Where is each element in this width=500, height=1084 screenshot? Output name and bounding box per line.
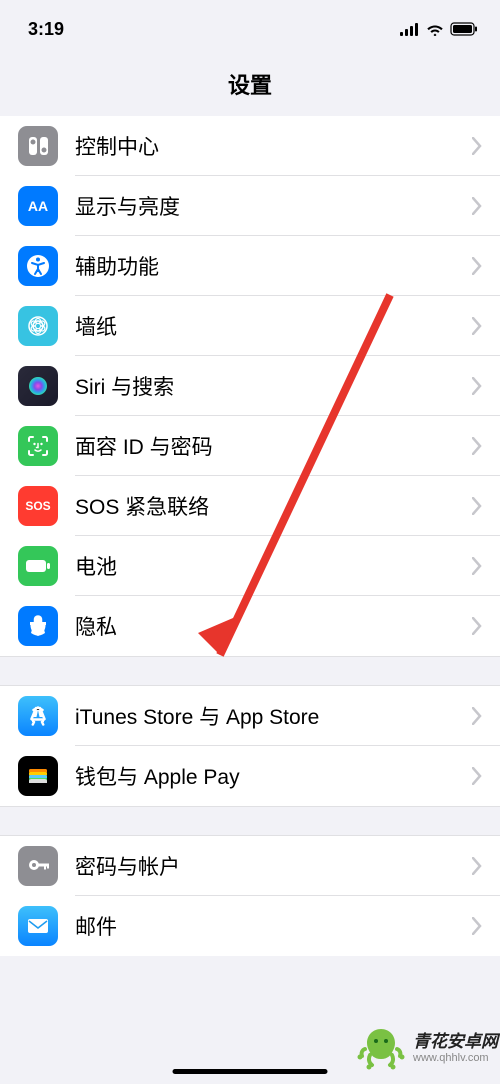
row-label: 墙纸 [75, 311, 472, 341]
settings-row-wallet[interactable]: 钱包与 Apple Pay [0, 746, 500, 806]
row-label: 邮件 [75, 911, 472, 941]
watermark: 青花安卓网 www.qhhlv.com [354, 1021, 498, 1076]
row-label: 控制中心 [75, 131, 472, 161]
svg-text:AA: AA [28, 198, 48, 214]
wifi-icon [426, 23, 444, 36]
settings-row-wallpaper[interactable]: 墙纸 [0, 296, 500, 356]
key-icon [18, 846, 58, 886]
chevron-right-icon [472, 317, 482, 335]
row-label: 钱包与 Apple Pay [75, 761, 472, 791]
chevron-right-icon [472, 617, 482, 635]
watermark-text: 青花安卓网 www.qhhlv.com [413, 1032, 498, 1064]
chevron-right-icon [472, 437, 482, 455]
status-icons [400, 22, 478, 36]
settings-group-2: iTunes Store 与 App Store 钱包与 Apple Pay [0, 686, 500, 806]
section-gap [0, 806, 500, 836]
settings-row-faceid[interactable]: 面容 ID 与密码 [0, 416, 500, 476]
control-center-icon [18, 126, 58, 166]
settings-row-privacy[interactable]: 隐私 [0, 596, 500, 656]
battery-icon [450, 22, 478, 36]
sos-icon: SOS [18, 486, 58, 526]
status-time: 3:19 [28, 19, 64, 40]
home-indicator [173, 1069, 328, 1074]
status-bar: 3:19 [0, 0, 500, 50]
settings-group-1: 控制中心 AA 显示与亮度 辅助功能 墙纸 Siri 与搜索 面容 [0, 116, 500, 656]
chevron-right-icon [472, 857, 482, 875]
header: 设置 [0, 50, 500, 116]
app-store-icon [18, 696, 58, 736]
chevron-right-icon [472, 767, 482, 785]
settings-row-sos[interactable]: SOS SOS 紧急联络 [0, 476, 500, 536]
page-title: 设置 [0, 68, 500, 100]
settings-group-3: 密码与帐户 邮件 [0, 836, 500, 956]
settings-row-siri[interactable]: Siri 与搜索 [0, 356, 500, 416]
watermark-url: www.qhhlv.com [413, 1052, 498, 1065]
settings-row-accessibility[interactable]: 辅助功能 [0, 236, 500, 296]
settings-row-control-center[interactable]: 控制中心 [0, 116, 500, 176]
settings-row-itunes[interactable]: iTunes Store 与 App Store [0, 686, 500, 746]
section-gap [0, 656, 500, 686]
watermark-title: 青花安卓网 [413, 1032, 498, 1052]
settings-row-battery[interactable]: 电池 [0, 536, 500, 596]
display-icon: AA [18, 186, 58, 226]
signal-icon [400, 23, 420, 36]
row-label: 辅助功能 [75, 251, 472, 281]
wallet-icon [18, 756, 58, 796]
siri-icon [18, 366, 58, 406]
settings-row-display[interactable]: AA 显示与亮度 [0, 176, 500, 236]
row-label: SOS 紧急联络 [75, 491, 472, 521]
chevron-right-icon [472, 137, 482, 155]
row-label: 显示与亮度 [75, 191, 472, 221]
chevron-right-icon [472, 707, 482, 725]
accessibility-icon [18, 246, 58, 286]
svg-text:SOS: SOS [25, 499, 50, 513]
settings-row-passwords[interactable]: 密码与帐户 [0, 836, 500, 896]
chevron-right-icon [472, 557, 482, 575]
row-label: 电池 [75, 551, 472, 581]
settings-row-mail[interactable]: 邮件 [0, 896, 500, 956]
row-label: 隐私 [75, 611, 472, 641]
chevron-right-icon [472, 257, 482, 275]
mail-icon [18, 906, 58, 946]
battery-settings-icon [18, 546, 58, 586]
row-label: 面容 ID 与密码 [75, 431, 472, 461]
watermark-logo [354, 1021, 409, 1076]
chevron-right-icon [472, 497, 482, 515]
wallpaper-icon [18, 306, 58, 346]
chevron-right-icon [472, 917, 482, 935]
row-label: 密码与帐户 [75, 851, 472, 881]
chevron-right-icon [472, 197, 482, 215]
privacy-icon [18, 606, 58, 646]
row-label: Siri 与搜索 [75, 371, 472, 401]
row-label: iTunes Store 与 App Store [75, 701, 472, 731]
faceid-icon [18, 426, 58, 466]
chevron-right-icon [472, 377, 482, 395]
